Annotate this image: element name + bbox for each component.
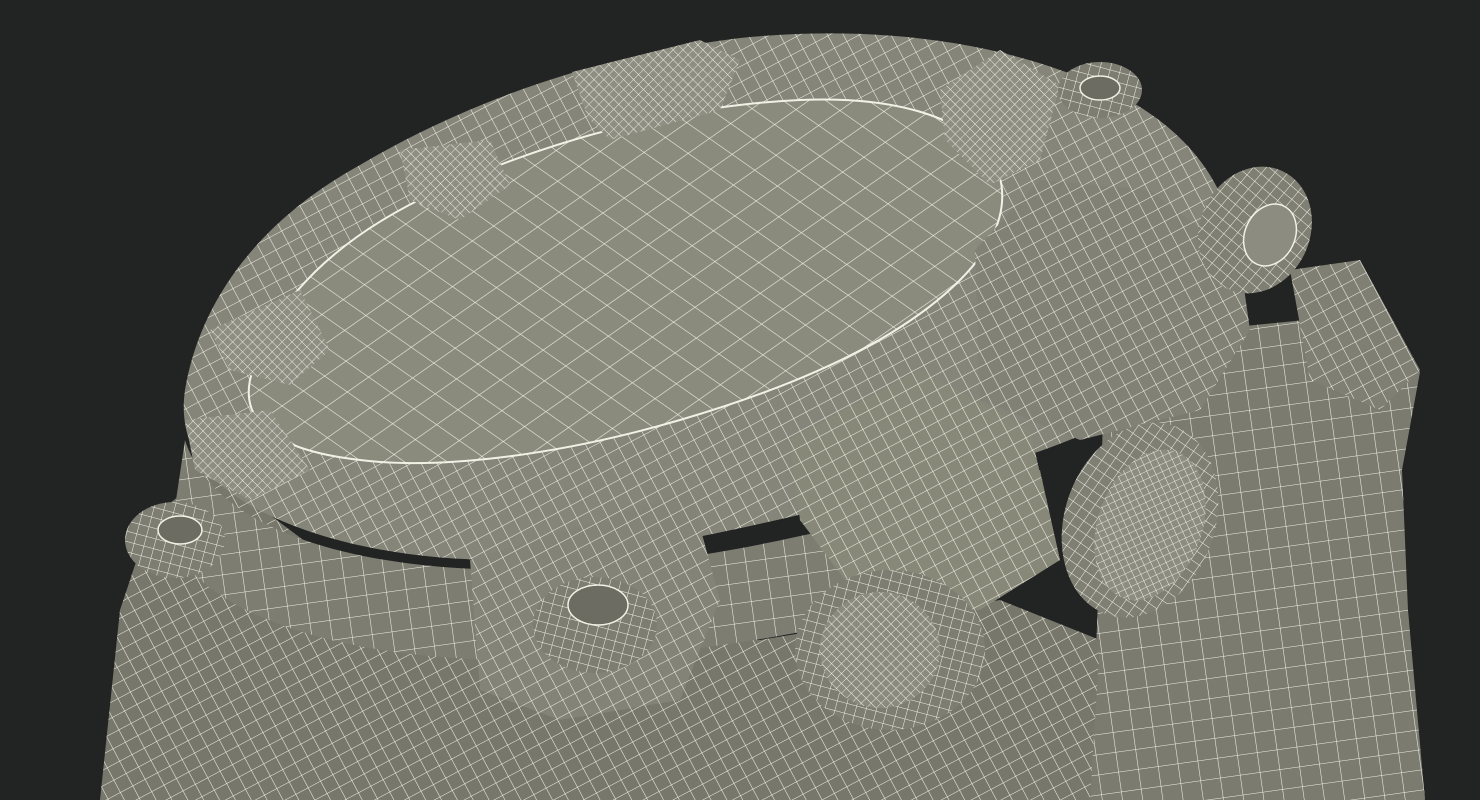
wireframe-watch-render [100,33,1425,800]
render-viewport[interactable] [0,0,1480,800]
pusher-button-lower [795,570,985,730]
